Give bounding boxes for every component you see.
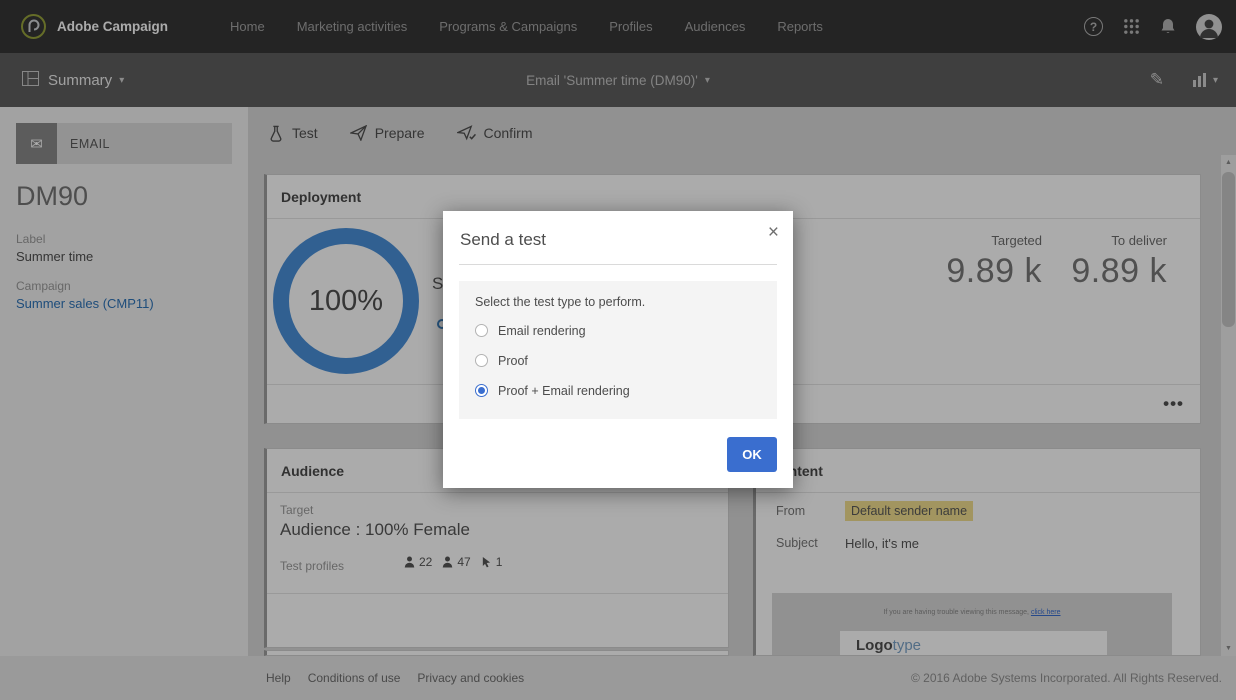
dialog-title: Send a test [460,230,546,250]
adobe-campaign-app: Adobe Campaign Home Marketing activities… [0,0,1236,700]
option-proof-email-rendering[interactable]: Proof + Email rendering [475,382,761,399]
test-type-prompt: Select the test type to perform. [475,295,761,309]
close-icon[interactable]: × [768,223,779,242]
option-email-rendering[interactable]: Email rendering [475,322,761,339]
radio-button-icon[interactable] [475,324,488,337]
option-proof[interactable]: Proof [475,352,761,369]
dialog-divider [459,264,777,265]
send-a-test-dialog: Send a test × Select the test type to pe… [443,211,793,488]
radio-button-icon[interactable] [475,354,488,367]
radio-button-icon[interactable] [475,384,488,397]
test-type-box: Select the test type to perform. Email r… [459,281,777,419]
ok-button[interactable]: OK [727,437,777,472]
